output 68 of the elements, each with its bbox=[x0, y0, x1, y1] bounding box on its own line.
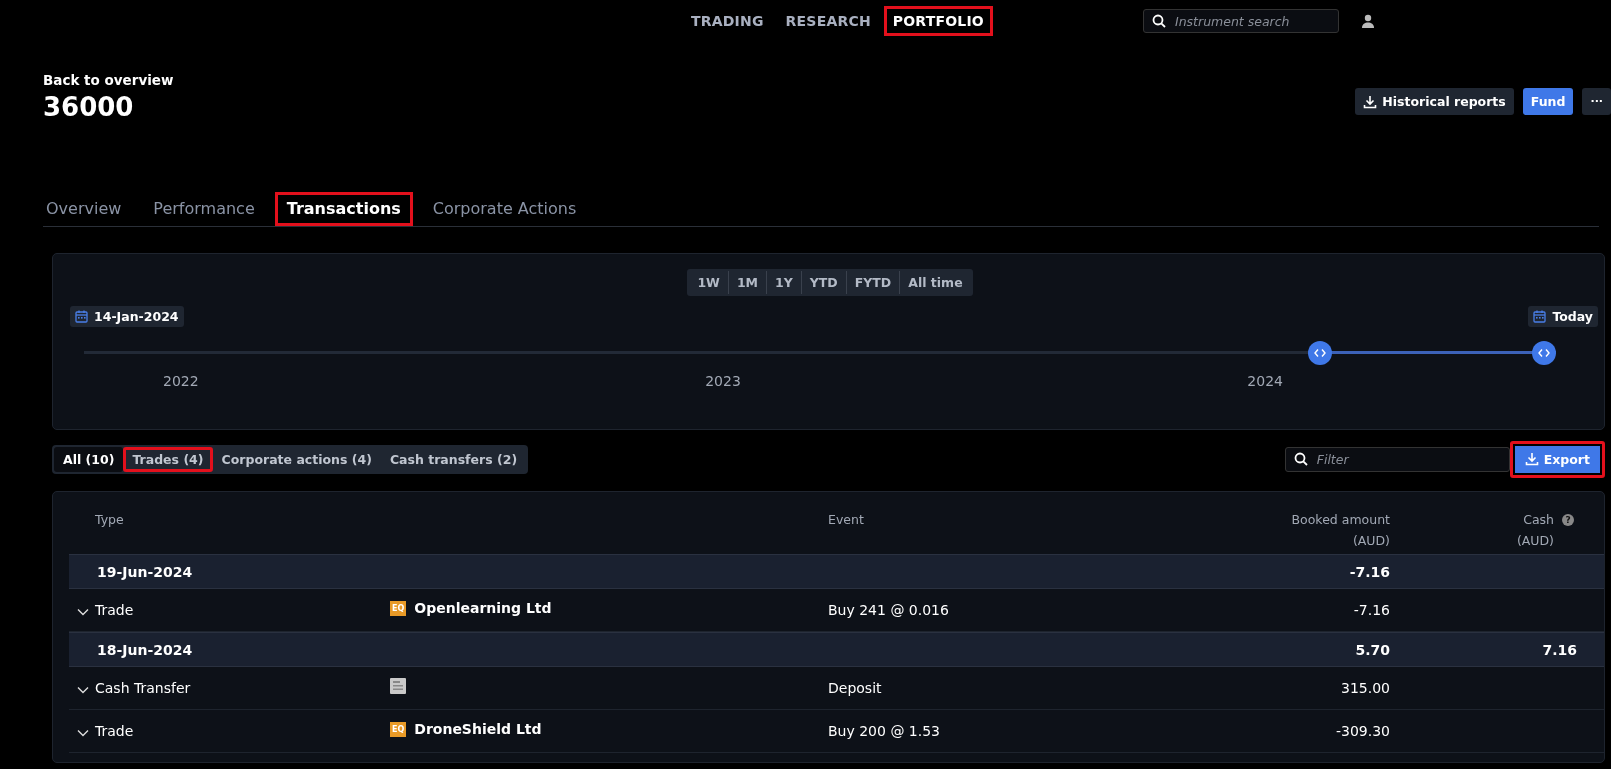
chevron-down-icon bbox=[77, 608, 89, 616]
column-header: Cash bbox=[1523, 512, 1554, 527]
chevron-down-icon bbox=[77, 729, 89, 737]
range-button[interactable]: YTD bbox=[801, 271, 847, 294]
range-button[interactable]: 1M bbox=[728, 271, 768, 294]
year-label: 2023 bbox=[705, 373, 741, 389]
equity-badge: EQ bbox=[390, 721, 407, 737]
tab[interactable]: Transactions bbox=[274, 192, 413, 226]
date-label: 18-Jun-2024 bbox=[97, 641, 193, 658]
date-label: 19-Jun-2024 bbox=[97, 563, 193, 580]
table-cell: -7.16 bbox=[1349, 563, 1390, 580]
column-unit: (AUD) bbox=[1516, 533, 1554, 548]
table-cell: Deposit bbox=[828, 680, 882, 696]
help-icon[interactable]: ? bbox=[1562, 513, 1574, 526]
tab[interactable]: Performance bbox=[141, 192, 267, 226]
account-number: 36000 bbox=[43, 92, 135, 122]
table-cell: -7.16 bbox=[1353, 602, 1390, 618]
nav-link[interactable]: PORTFOLIO bbox=[883, 6, 993, 36]
range-handle[interactable] bbox=[1532, 341, 1556, 365]
table-cell: 315.00 bbox=[1341, 680, 1390, 696]
tab[interactable]: Corporate Actions bbox=[420, 192, 589, 226]
user-icon bbox=[1361, 14, 1375, 28]
start-date-button[interactable]: 14-Jan-2024 bbox=[70, 306, 184, 327]
range-handle[interactable] bbox=[1308, 341, 1333, 365]
equity-badge: EQ bbox=[390, 600, 407, 616]
table-cell: Trade bbox=[95, 602, 134, 618]
export-button[interactable]: Export bbox=[1509, 440, 1605, 478]
search-icon bbox=[1152, 14, 1166, 28]
instrument-name[interactable]: Openlearning Ltd bbox=[414, 600, 552, 616]
more-button[interactable]: ··· bbox=[1582, 88, 1611, 115]
year-label: 2022 bbox=[163, 373, 199, 389]
filter-tab[interactable]: Trades (4) bbox=[123, 446, 213, 472]
nav-link[interactable]: RESEARCH bbox=[776, 6, 880, 36]
filter-tab[interactable]: Corporate actions (4) bbox=[212, 446, 381, 472]
filter-field[interactable]: Filter bbox=[1284, 446, 1510, 472]
calendar-icon bbox=[75, 310, 88, 323]
table-cell: Trade bbox=[95, 723, 134, 739]
filter-tab[interactable]: Cash transfers (2) bbox=[380, 446, 527, 472]
back-link[interactable]: Back to overview bbox=[43, 72, 174, 88]
table-cell: 5.70 bbox=[1355, 641, 1390, 658]
column-header: Event bbox=[828, 512, 864, 527]
download-icon bbox=[1524, 452, 1539, 466]
tab[interactable]: Overview bbox=[43, 192, 134, 226]
fund-button[interactable]: Fund bbox=[1522, 88, 1574, 115]
chevron-down-icon bbox=[77, 686, 89, 694]
column-header: Booked amount bbox=[1291, 512, 1390, 527]
download-icon bbox=[1363, 94, 1378, 109]
nav-link[interactable]: TRADING bbox=[682, 6, 773, 36]
range-button[interactable]: FYTD bbox=[846, 271, 901, 294]
column-header: Type bbox=[95, 512, 124, 527]
filter-tab[interactable]: All (10) bbox=[54, 446, 124, 472]
end-date-button[interactable]: Today bbox=[1528, 306, 1598, 327]
year-label: 2024 bbox=[1247, 373, 1283, 389]
document-icon bbox=[390, 678, 406, 694]
column-unit: (AUD) bbox=[1352, 533, 1390, 548]
table-cell: -309.30 bbox=[1335, 723, 1390, 739]
calendar-icon bbox=[1533, 310, 1547, 323]
search-icon bbox=[1293, 451, 1308, 466]
search-field[interactable]: Instrument search bbox=[1143, 9, 1339, 33]
table-cell: 7.16 bbox=[1542, 641, 1577, 658]
instrument-name[interactable]: DroneShield Ltd bbox=[414, 721, 542, 737]
range-button[interactable]: All time bbox=[900, 271, 971, 294]
table-cell: Cash Transfer bbox=[95, 680, 191, 696]
table-cell: Buy 200 @ 1.53 bbox=[828, 723, 940, 739]
range-button[interactable]: 1Y bbox=[767, 271, 802, 294]
reports-button[interactable]: Historical reports bbox=[1355, 88, 1514, 115]
range-button[interactable]: 1W bbox=[689, 271, 729, 294]
table-cell: Buy 241 @ 0.016 bbox=[828, 602, 949, 618]
